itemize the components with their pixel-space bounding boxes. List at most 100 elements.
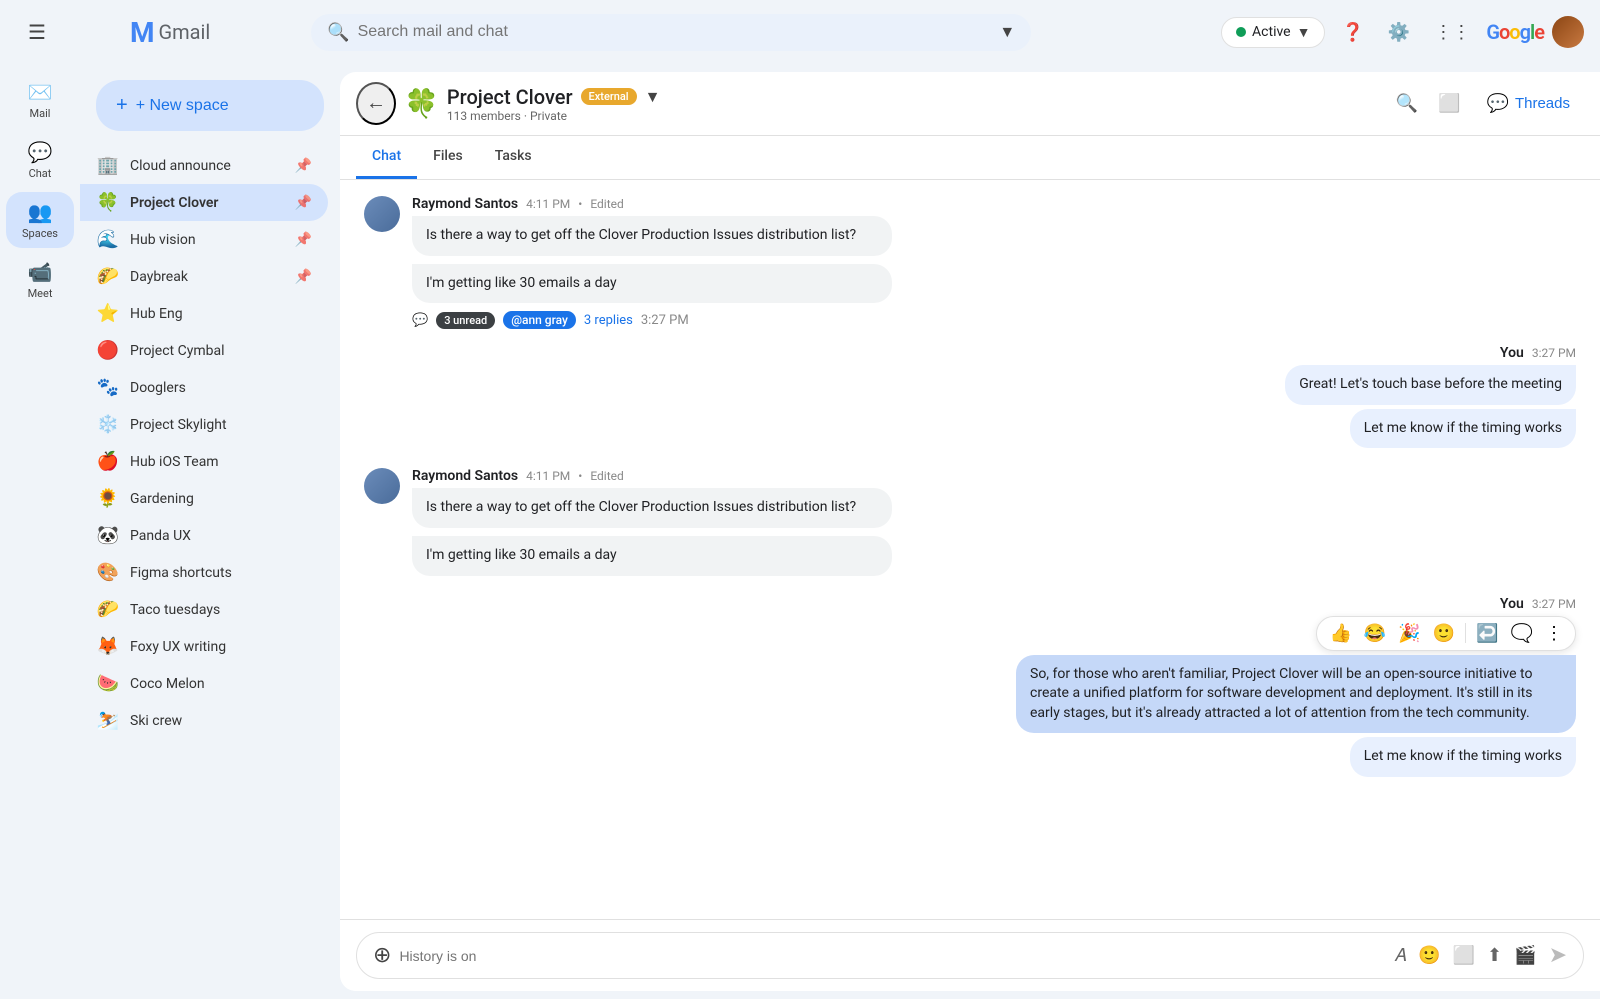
new-space-button[interactable]: + + New space: [96, 80, 324, 131]
sidebar-item-project-clover[interactable]: 🍀 Project Clover 📌: [80, 184, 328, 221]
space-subtitle: 113 members · Private: [447, 109, 1380, 123]
nav-spaces[interactable]: 👥 Spaces: [6, 192, 74, 248]
space-chevron-icon[interactable]: ▼: [645, 87, 661, 107]
panel-button[interactable]: ⬜: [1430, 85, 1468, 122]
outgoing-sender: You: [1500, 596, 1524, 612]
thumbsup-reaction[interactable]: 👍: [1325, 621, 1355, 646]
sidebar-item-label: Project Cymbal: [130, 343, 312, 359]
sidebar-item-label: Panda UX: [130, 528, 312, 544]
mention-button[interactable]: ⬜: [1449, 941, 1479, 970]
hub-ios-emoji: 🍎: [96, 451, 120, 472]
send-button[interactable]: ➤: [1549, 943, 1567, 968]
sidebar-item-foxy-ux[interactable]: 🦊 Foxy UX writing: [80, 628, 328, 665]
input-area: ⊕ 𝐴 🙂 ⬜ ⬆ 🎬 ➤: [340, 919, 1600, 991]
emoji-button[interactable]: 🙂: [1414, 941, 1444, 970]
tab-tasks[interactable]: Tasks: [479, 136, 548, 179]
gmail-header: ☰ M Gmail 🔍 ▼ Active ▼ ❓ ⚙️ ⋮⋮ Goog: [0, 0, 1600, 64]
new-space-label: + New space: [136, 97, 229, 115]
message-content: Raymond Santos 4:11 PM • Edited Is there…: [412, 196, 1576, 329]
sidebar-item-label: Daybreak: [130, 269, 285, 285]
add-attachment-button[interactable]: ⊕: [373, 943, 391, 968]
sidebar-item-gardening[interactable]: 🌻 Gardening: [80, 480, 328, 517]
mention-badge: @ann gray: [503, 311, 576, 329]
thread-preview[interactable]: 💬 3 unread @ann gray 3 replies 3:27 PM: [412, 311, 1576, 329]
laugh-reaction[interactable]: 😂: [1360, 621, 1390, 646]
gardening-emoji: 🌻: [96, 488, 120, 509]
chat-icon: 💬: [28, 140, 53, 164]
nav-mail[interactable]: ✉️ Mail: [6, 72, 74, 128]
nav-meet[interactable]: 📹 Meet: [6, 252, 74, 308]
threads-button[interactable]: 💬 Threads: [1473, 85, 1584, 122]
message-bubbles: Is there a way to get off the Clover Pro…: [412, 488, 1576, 579]
party-reaction[interactable]: 🎉: [1394, 621, 1424, 646]
sidebar-item-daybreak[interactable]: 🌮 Daybreak 📌: [80, 258, 328, 295]
message-header: Raymond Santos 4:11 PM • Edited: [412, 468, 1576, 484]
format-text-button[interactable]: 𝐴: [1390, 941, 1410, 970]
sidebar-item-hub-eng[interactable]: ⭐ Hub Eng: [80, 295, 328, 332]
sidebar-item-project-skylight[interactable]: ❄️ Project Skylight: [80, 406, 328, 443]
sidebar-item-figma-shortcuts[interactable]: 🎨 Figma shortcuts: [80, 554, 328, 591]
pin-icon: 📌: [295, 158, 312, 174]
google-logo: Google: [1486, 20, 1544, 44]
pin-icon: 📌: [295, 269, 312, 285]
tab-files[interactable]: Files: [417, 136, 479, 179]
smile-reaction[interactable]: 🙂: [1429, 621, 1459, 646]
tab-chat[interactable]: Chat: [356, 136, 417, 179]
message-sender: Raymond Santos: [412, 468, 518, 484]
reply-reaction-btn[interactable]: ↩️: [1472, 621, 1502, 646]
sidebar-item-label: Taco tuesdays: [130, 602, 312, 618]
back-button[interactable]: ←: [356, 82, 396, 125]
apps-button[interactable]: ⋮⋮: [1426, 14, 1478, 51]
sidebar-item-label: Dooglers: [130, 380, 312, 396]
plus-icon: +: [116, 94, 128, 117]
figma-shortcuts-emoji: 🎨: [96, 562, 120, 583]
help-button[interactable]: ❓: [1333, 14, 1371, 51]
sidebar-item-project-cymbal[interactable]: 🔴 Project Cymbal: [80, 332, 328, 369]
sidebar-item-hub-vision[interactable]: 🌊 Hub vision 📌: [80, 221, 328, 258]
dooglers-emoji: 🐾: [96, 377, 120, 398]
sidebar-item-ski-crew[interactable]: ⛷️ Ski crew: [80, 702, 328, 739]
sidebar: + + New space 🏢 Cloud announce 📌 🍀 Proje…: [80, 64, 340, 999]
avatar: [364, 468, 400, 504]
active-status[interactable]: Active ▼: [1221, 17, 1325, 48]
sidebar-item-label: Foxy UX writing: [130, 639, 312, 655]
sidebar-item-taco-tuesdays[interactable]: 🌮 Taco tuesdays: [80, 591, 328, 628]
message-sender: Raymond Santos: [412, 196, 518, 212]
sidebar-item-cloud-announce[interactable]: 🏢 Cloud announce 📌: [80, 147, 328, 184]
sidebar-item-panda-ux[interactable]: 🐼 Panda UX: [80, 517, 328, 554]
space-emoji: 🍀: [404, 87, 439, 120]
main-panel: ← 🍀 Project Clover External ▼ 113 member…: [340, 72, 1600, 991]
search-dropdown-icon[interactable]: ▼: [999, 22, 1015, 42]
user-avatar[interactable]: [1552, 16, 1584, 48]
comment-reaction-btn[interactable]: 🗨️: [1507, 621, 1537, 646]
search-input[interactable]: [358, 23, 992, 41]
daybreak-emoji: 🌮: [96, 266, 120, 287]
outgoing-bubble: Let me know if the timing works: [1350, 409, 1576, 449]
message-edited: •: [578, 197, 582, 211]
outgoing-header: You 3:27 PM: [1500, 596, 1576, 612]
nav-chat[interactable]: 💬 Chat: [6, 132, 74, 188]
cloud-announce-emoji: 🏢: [96, 155, 120, 176]
outgoing-followup-bubble: Let me know if the timing works: [1350, 737, 1576, 777]
sidebar-item-label: Ski crew: [130, 713, 312, 729]
pin-icon: 📌: [295, 195, 312, 211]
input-actions: 𝐴 🙂 ⬜ ⬆ 🎬: [1390, 941, 1540, 970]
sidebar-item-label: Project Skylight: [130, 417, 312, 433]
upload-button[interactable]: ⬆: [1483, 941, 1506, 970]
header-actions: Active ▼ ❓ ⚙️ ⋮⋮ Google: [1221, 14, 1584, 51]
message-bubble: I'm getting like 30 emails a day: [412, 264, 892, 304]
sidebar-item-dooglers[interactable]: 🐾 Dooglers: [80, 369, 328, 406]
sidebar-item-label: Cloud announce: [130, 158, 285, 174]
sidebar-item-coco-melon[interactable]: 🍉 Coco Melon: [80, 665, 328, 702]
sidebar-item-hub-ios[interactable]: 🍎 Hub iOS Team: [80, 443, 328, 480]
settings-button[interactable]: ⚙️: [1380, 14, 1418, 51]
video-button[interactable]: 🎬: [1510, 941, 1540, 970]
sidebar-item-label: Coco Melon: [130, 676, 312, 692]
more-reaction-btn[interactable]: ⋮: [1541, 621, 1567, 646]
mail-icon: ✉️: [28, 80, 53, 104]
search-button[interactable]: 🔍: [1388, 85, 1426, 122]
hub-vision-emoji: 🌊: [96, 229, 120, 250]
message-input[interactable]: [399, 948, 1382, 964]
threads-label: Threads: [1515, 95, 1570, 112]
hamburger-menu[interactable]: ☰: [16, 8, 58, 56]
